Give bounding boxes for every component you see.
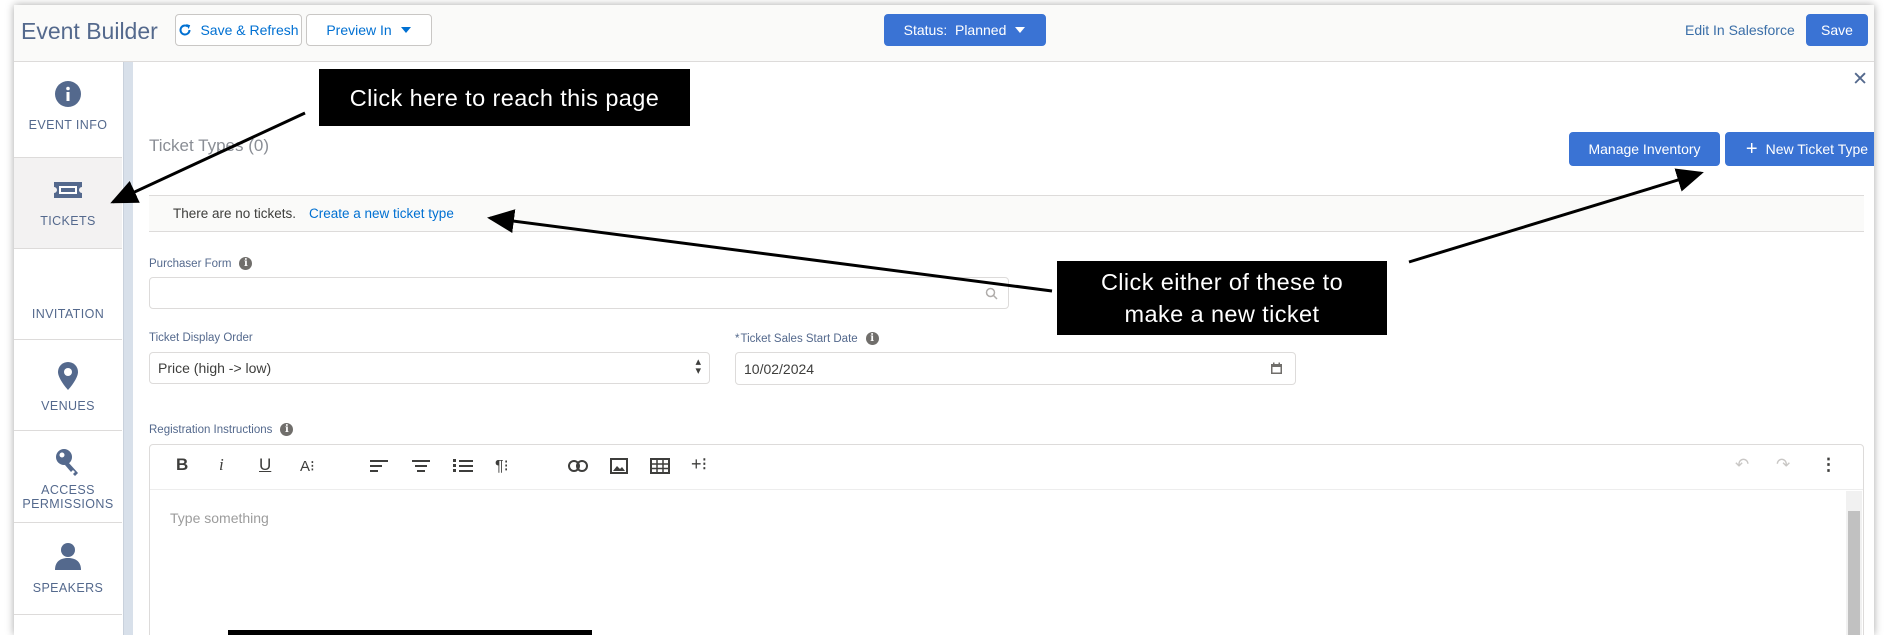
event-builder-window: Event Builder Save & Refresh Preview In … — [14, 5, 1874, 635]
arrow-to-tickets-nav — [110, 111, 306, 204]
arrow-to-create-link — [487, 209, 1053, 293]
annotation-arrows — [110, 111, 1704, 293]
arrow-to-new-ticket-button — [1408, 168, 1704, 264]
